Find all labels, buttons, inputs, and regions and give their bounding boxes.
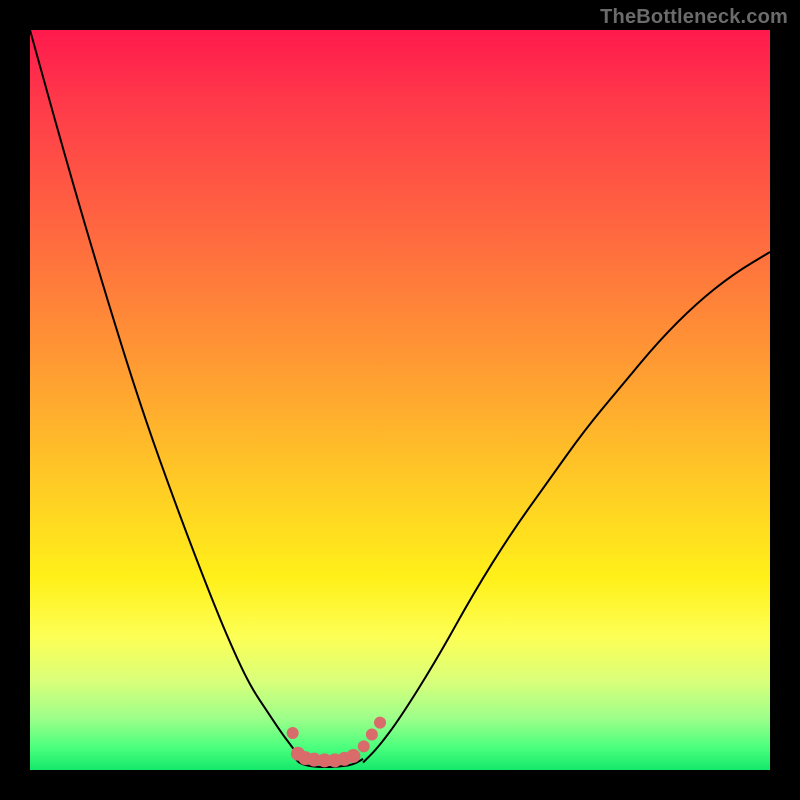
markers-group bbox=[287, 717, 386, 768]
data-marker bbox=[358, 740, 370, 752]
data-marker bbox=[346, 749, 360, 763]
left-curve bbox=[30, 30, 304, 763]
data-marker bbox=[366, 728, 378, 740]
watermark-text: TheBottleneck.com bbox=[600, 6, 788, 29]
chart-svg bbox=[30, 30, 770, 770]
data-marker bbox=[374, 717, 386, 729]
right-curve bbox=[363, 252, 770, 763]
data-marker bbox=[287, 727, 299, 739]
plot-area bbox=[30, 30, 770, 770]
